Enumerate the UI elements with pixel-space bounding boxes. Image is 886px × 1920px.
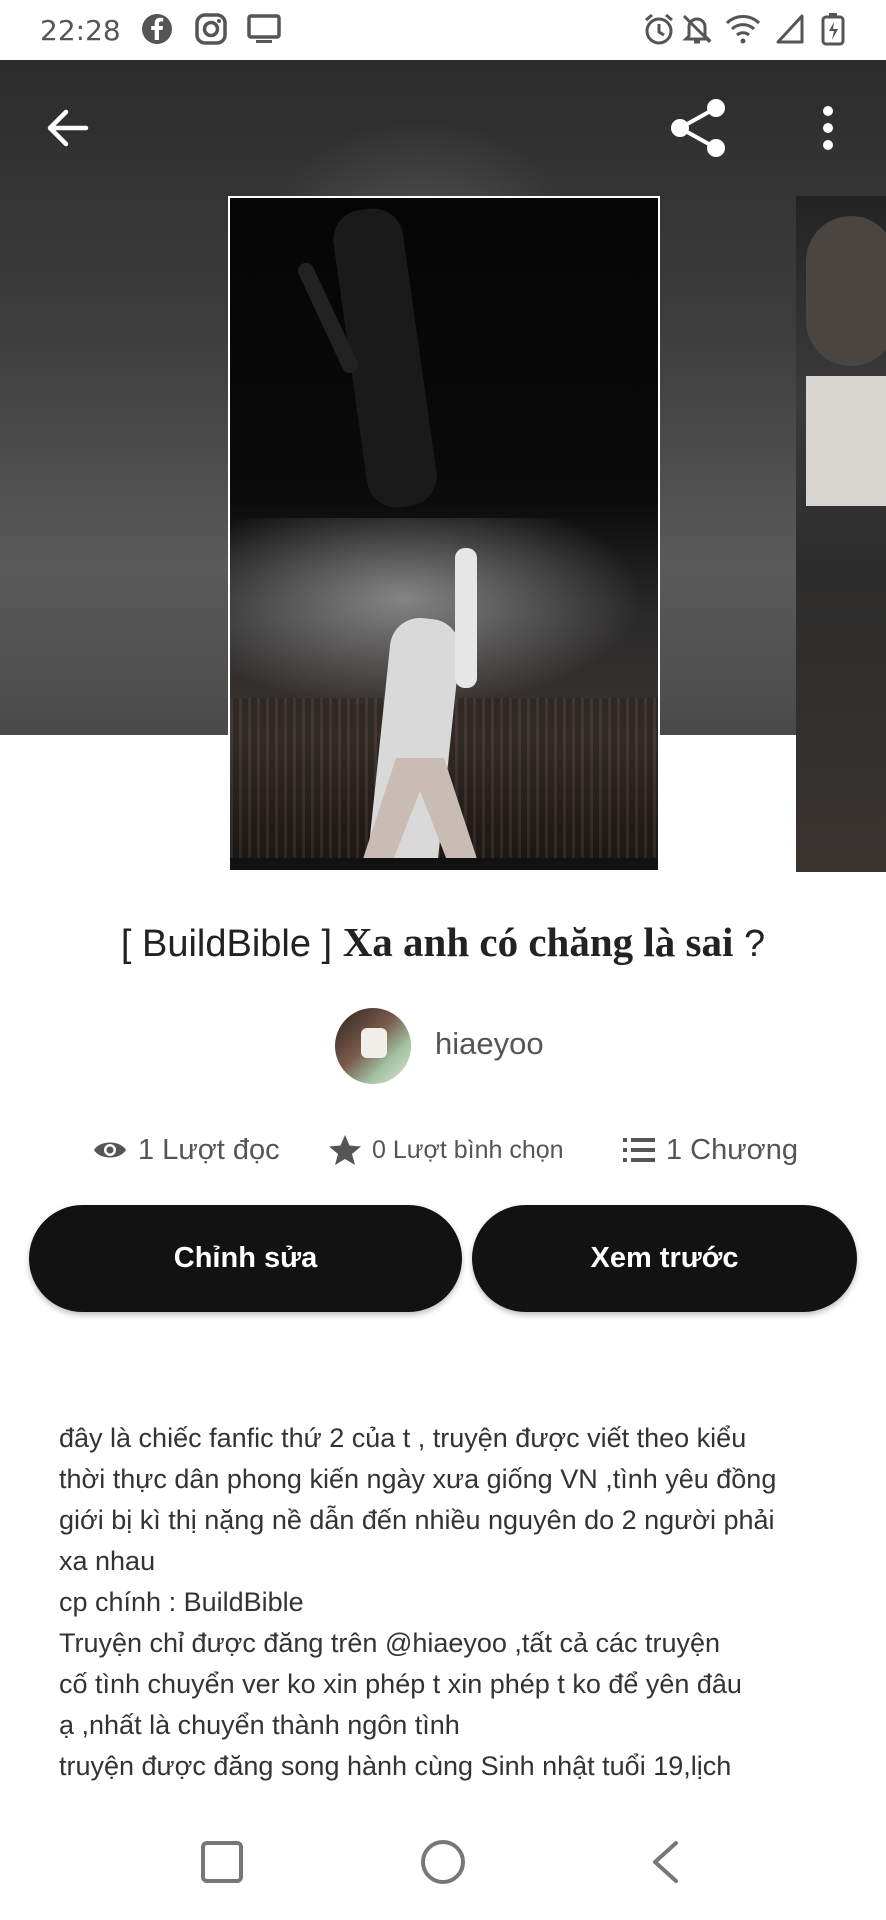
story-stats: 1 Lượt đọc 0 Lượt bình chọn 1 Chương [0,1125,886,1175]
description-line: giới bị kì thị nặng nề dẫn đến nhiều ngu… [59,1505,775,1535]
stat-chapters-label: 1 Chương [666,1133,798,1166]
story-title-tag: [ BuildBible ] [120,923,333,965]
stat-reads: 1 Lượt đọc [92,1125,280,1175]
description-line: Truyện chỉ được đăng trên @hiaeyoo ,tất … [59,1628,721,1658]
story-title: [ BuildBible ] Xa anh có chăng là sai ? [0,918,886,966]
home-circle-icon[interactable] [419,1840,467,1888]
stat-votes-label: 0 Lượt bình chọn [372,1135,564,1164]
next-cover-figure [806,216,886,366]
screen-icon [247,14,281,43]
facebook-icon [142,14,172,44]
alarm-icon [645,13,673,45]
back-triangle-icon[interactable] [650,1840,680,1884]
stat-votes: 0 Lượt bình chọn [328,1125,564,1175]
back-button[interactable] [44,104,92,152]
signal-icon [776,14,804,44]
cover-stage [230,858,658,870]
description-line: đây là chiếc fanfic thứ 2 của t , truyện… [59,1423,747,1453]
next-cover-shirt [806,376,886,506]
eye-icon [94,1142,126,1158]
recents-square-icon[interactable] [200,1840,244,1884]
story-cover[interactable] [228,196,660,872]
stat-reads-label: 1 Lượt đọc [138,1133,280,1166]
share-button[interactable] [666,96,730,160]
next-story-cover[interactable] [796,196,886,872]
description-line: xa nhau [59,1546,156,1576]
avatar-face [361,1028,387,1058]
story-title-main: Xa anh có chăng là sai [342,919,734,965]
status-time: 22:28 [40,14,121,47]
instagram-icon [195,13,227,45]
description-line: thời thực dân phong kiến ngày xưa giống … [59,1464,777,1494]
list-icon [623,1138,655,1162]
status-bar: 22:28 [0,0,886,60]
battery-icon [821,13,845,46]
story-title-end: ? [743,923,766,965]
star-icon [329,1135,361,1165]
description-line: cp chính : BuildBible [59,1587,304,1617]
mute-icon [682,14,712,44]
description-line: ạ ,nhất là chuyển thành ngôn tình [59,1710,460,1740]
avatar[interactable] [335,1008,411,1084]
story-description: đây là chiếc fanfic thứ 2 của t , truyện… [59,1418,839,1800]
preview-button[interactable]: Xem trước [472,1205,857,1312]
system-nav-bar [0,1810,886,1920]
author-name[interactable]: hiaeyoo [435,1026,544,1062]
description-line: cố tình chuyển ver ko xin phép t xin phé… [59,1669,742,1699]
more-options-button[interactable] [814,104,842,152]
edit-button[interactable]: Chỉnh sửa [29,1205,462,1312]
description-line: truyện được đăng song hành cùng Sinh nhậ… [59,1751,732,1781]
stat-chapters: 1 Chương [622,1125,798,1175]
wifi-icon [725,15,761,44]
cover-figure-arm-raised [455,548,477,688]
